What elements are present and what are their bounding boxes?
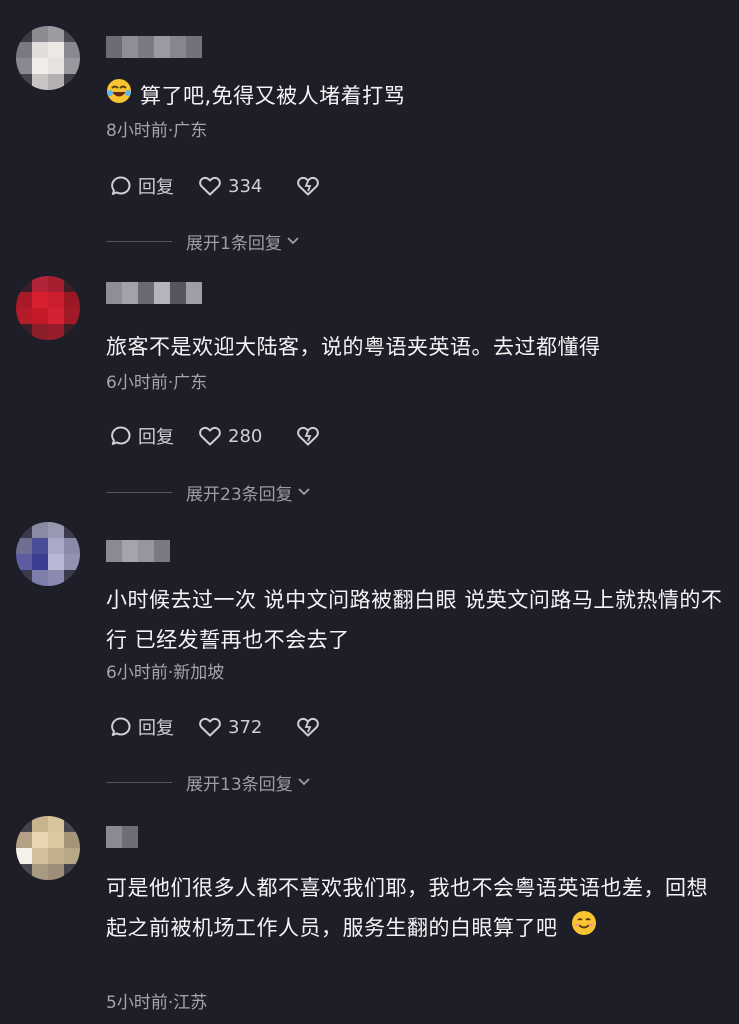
broken-heart-icon bbox=[297, 426, 320, 446]
like-count: 280 bbox=[228, 425, 263, 447]
comment-bubble-icon bbox=[111, 176, 131, 195]
chevron-down-icon bbox=[287, 237, 299, 245]
comment-item: 小时候去过一次 说中文问路被翻白眼 说英文问路马上就热情的不行 已经发誓再也不会… bbox=[0, 512, 739, 802]
like-button[interactable]: 334 bbox=[198, 175, 262, 197]
username-blurred[interactable] bbox=[106, 282, 202, 304]
username-blurred[interactable] bbox=[106, 540, 170, 562]
comment-bubble-icon bbox=[111, 717, 131, 736]
action-bar: 回复 372 bbox=[110, 714, 344, 740]
like-button[interactable]: 280 bbox=[198, 425, 262, 447]
divider-line bbox=[106, 240, 172, 242]
reply-label: 回复 bbox=[138, 718, 174, 739]
heart-icon bbox=[199, 176, 221, 196]
comment-meta: 6小时前·广东 bbox=[106, 373, 208, 393]
comment-text-content: 可是他们很多人都不喜欢我们耶，我也不会粤语英语也差，回想起之前被机场工作人员，服… bbox=[106, 876, 708, 940]
comment-meta: 6小时前·新加坡 bbox=[106, 663, 225, 683]
expand-replies-button[interactable]: 展开1条回复 bbox=[106, 230, 300, 254]
broken-heart-icon bbox=[297, 176, 320, 196]
avatar[interactable] bbox=[16, 522, 80, 586]
reply-label: 回复 bbox=[138, 177, 174, 198]
dislike-button[interactable] bbox=[296, 175, 320, 197]
action-bar: 回复 334 bbox=[110, 173, 344, 199]
avatar[interactable] bbox=[16, 276, 80, 340]
divider-line bbox=[106, 781, 172, 783]
divider-line bbox=[106, 491, 172, 493]
comment-meta: 8小时前·广东 bbox=[106, 121, 208, 141]
comment-item: 算了吧,免得又被人堵着打骂 8小时前·广东 回复 334 展开1条回复 bbox=[0, 0, 739, 262]
comment-text: 旅客不是欢迎大陆客，说的粤语夹英语。去过都懂得 bbox=[106, 335, 601, 359]
smiling-face-emoji bbox=[571, 909, 597, 949]
like-count: 372 bbox=[228, 716, 263, 738]
comment-text: 算了吧,免得又被人堵着打骂 bbox=[106, 76, 725, 117]
heart-icon bbox=[199, 717, 221, 737]
comment-item: 可是他们很多人都不喜欢我们耶，我也不会粤语英语也差，回想起之前被机场工作人员，服… bbox=[0, 802, 739, 1024]
chevron-down-icon bbox=[298, 488, 310, 496]
comment-text: 小时候去过一次 说中文问路被翻白眼 说英文问路马上就热情的不行 已经发誓再也不会… bbox=[106, 588, 723, 652]
username-blurred[interactable] bbox=[106, 36, 202, 58]
dislike-button[interactable] bbox=[296, 425, 320, 447]
comment-bubble-icon bbox=[111, 426, 131, 445]
laughing-crying-emoji bbox=[106, 77, 132, 117]
avatar[interactable] bbox=[16, 26, 80, 90]
reply-button[interactable]: 回复 bbox=[110, 714, 174, 740]
expand-replies-button[interactable]: 展开13条回复 bbox=[106, 771, 311, 795]
comment-text: 可是他们很多人都不喜欢我们耶，我也不会粤语英语也差，回想起之前被机场工作人员，服… bbox=[106, 868, 725, 949]
dislike-button[interactable] bbox=[296, 716, 320, 738]
username-blurred[interactable] bbox=[106, 826, 138, 848]
heart-icon bbox=[199, 426, 221, 446]
comment-meta: 5小时前·江苏 bbox=[106, 993, 208, 1013]
reply-button[interactable]: 回复 bbox=[110, 173, 174, 199]
reply-label: 回复 bbox=[138, 427, 174, 448]
like-count: 334 bbox=[228, 175, 263, 197]
chevron-down-icon bbox=[298, 778, 310, 786]
avatar[interactable] bbox=[16, 816, 80, 880]
expand-replies-label: 展开1条回复 bbox=[186, 233, 282, 254]
expand-replies-button[interactable]: 展开23条回复 bbox=[106, 481, 311, 505]
reply-button[interactable]: 回复 bbox=[110, 423, 174, 449]
like-button[interactable]: 372 bbox=[198, 716, 262, 738]
expand-replies-label: 展开23条回复 bbox=[186, 484, 293, 505]
action-bar: 回复 280 bbox=[110, 423, 344, 449]
comment-item: 旅客不是欢迎大陆客，说的粤语夹英语。去过都懂得 6小时前·广东 回复 280 展… bbox=[0, 262, 739, 512]
broken-heart-icon bbox=[297, 717, 320, 737]
expand-replies-label: 展开13条回复 bbox=[186, 774, 293, 795]
comment-text-content: 算了吧,免得又被人堵着打骂 bbox=[140, 84, 406, 108]
